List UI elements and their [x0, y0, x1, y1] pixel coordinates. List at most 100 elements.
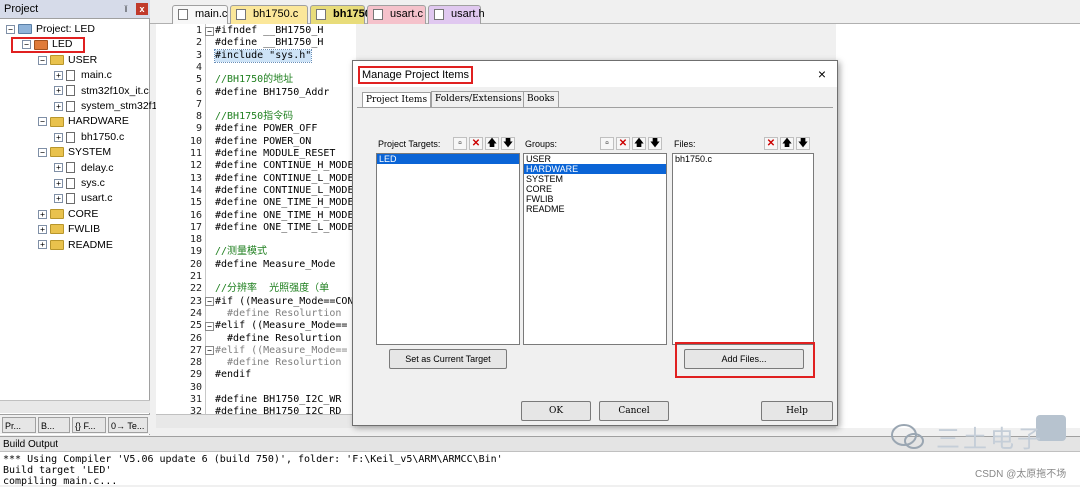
project-hscrollbar[interactable] [0, 400, 150, 413]
tab-functions[interactable]: {} F... [72, 417, 106, 433]
code-line[interactable]: #include "sys.h" [213, 48, 313, 63]
delete-target-icon[interactable]: ✕ [469, 137, 483, 150]
code-line[interactable]: //测量模式 [215, 246, 267, 258]
expand-icon[interactable]: + [38, 224, 47, 234]
tree-item-stm32f10x-it-c[interactable]: + stm32f10x_it.c [54, 83, 149, 99]
list-item[interactable]: bh1750.c [673, 154, 813, 164]
delete-group-icon[interactable]: ✕ [616, 137, 630, 150]
move-down-icon[interactable]: 🡇 [501, 137, 515, 150]
move-up-icon[interactable]: 🡅 [485, 137, 499, 150]
add-files-button[interactable]: Add Files... [684, 349, 804, 369]
code-line[interactable]: #elif ((Measure_Mode== [215, 320, 347, 332]
code-line[interactable]: //分辨率 光照强度（单 [215, 283, 329, 295]
tab-usart-h[interactable]: usart.h [428, 5, 485, 24]
code-line[interactable]: #define BH1750_I2C_WR [215, 394, 341, 406]
build-output-pane[interactable]: *** Using Compiler 'V5.06 update 6 (buil… [0, 452, 1080, 487]
tree-item-delay-c[interactable]: + delay.c [54, 160, 114, 176]
tree-item-bh1750-c[interactable]: + bh1750.c [54, 129, 124, 145]
pin-icon[interactable]: ǐ [120, 3, 132, 15]
tree-item-project-led[interactable]: − Project: LED [6, 21, 95, 37]
new-target-icon[interactable]: ▫ [453, 137, 467, 150]
code-line[interactable]: #define Measure_Mode [215, 259, 335, 271]
code-line[interactable]: #define Resolurtion [215, 308, 341, 320]
code-line[interactable]: #if ((Measure_Mode==CON [215, 296, 353, 308]
code-line[interactable]: #define MODULE_RESET [215, 148, 335, 160]
fold-toggle-icon[interactable]: − [205, 297, 214, 307]
move-down-icon[interactable]: 🡇 [796, 137, 810, 150]
ok-button[interactable]: OK [521, 401, 591, 421]
tree-item-main-c[interactable]: + main.c [54, 67, 112, 83]
expand-icon[interactable]: + [54, 163, 63, 173]
collapse-icon[interactable]: − [38, 117, 47, 127]
tree-item-hardware[interactable]: − HARDWARE [38, 113, 129, 129]
close-icon[interactable]: × [813, 65, 831, 83]
tab-bh1750-c[interactable]: bh1750.c [230, 5, 308, 24]
tree-item-sys-c[interactable]: + sys.c [54, 175, 105, 191]
code-line[interactable]: #define ONE_TIME_H_MODE [215, 197, 353, 209]
code-line[interactable]: #define POWER_ON [215, 136, 311, 148]
groups-list[interactable]: USER HARDWARE SYSTEM CORE FWLIB README [523, 153, 667, 345]
targets-list[interactable]: LED [376, 153, 520, 345]
tab-bh1750-h[interactable]: bh1750.h [310, 5, 381, 24]
expand-icon[interactable]: + [38, 209, 47, 219]
list-item[interactable]: SYSTEM [524, 174, 666, 184]
tab-usart-c[interactable]: usart.c [367, 5, 426, 24]
list-item[interactable]: USER [524, 154, 666, 164]
close-pane-button[interactable]: x [136, 3, 148, 15]
tree-item-user[interactable]: − USER [38, 52, 97, 68]
collapse-icon[interactable]: − [38, 55, 47, 65]
expand-icon[interactable]: + [54, 101, 63, 111]
code-line[interactable]: #define CONTINUE_L_MODE [215, 185, 353, 197]
tab-templates[interactable]: 0→ Te... [108, 417, 148, 433]
code-line[interactable]: #elif ((Measure_Mode== [215, 345, 347, 357]
files-list[interactable]: bh1750.c [672, 153, 814, 345]
list-item[interactable]: README [524, 204, 666, 214]
code-line[interactable]: #define CONTINUE_L_MODE [215, 173, 353, 185]
move-down-icon[interactable]: 🡇 [648, 137, 662, 150]
tab-project[interactable]: Pr... [2, 417, 36, 433]
delete-file-icon[interactable]: ✕ [764, 137, 778, 150]
new-group-icon[interactable]: ▫ [600, 137, 614, 150]
collapse-icon[interactable]: − [38, 147, 47, 157]
code-line[interactable]: #define ONE_TIME_L_MODE [215, 222, 353, 234]
cancel-button[interactable]: Cancel [599, 401, 669, 421]
tree-item-core[interactable]: + CORE [38, 206, 98, 222]
tree-item-readme[interactable]: + README [38, 237, 113, 253]
tree-item-system-stm32f1[interactable]: + system_stm32f1 [54, 98, 157, 114]
set-current-target-button[interactable]: Set as Current Target [389, 349, 507, 369]
code-line[interactable]: #ifndef __BH1750_H [215, 25, 323, 37]
tree-item-system[interactable]: − SYSTEM [38, 144, 111, 160]
help-button[interactable]: Help [761, 401, 833, 421]
fold-toggle-icon[interactable]: − [205, 346, 214, 356]
tab-main-c[interactable]: main.c [172, 5, 228, 24]
code-line[interactable]: //BH1750指令码 [215, 111, 293, 123]
fold-toggle-icon[interactable]: − [205, 321, 214, 331]
list-item[interactable]: HARDWARE [524, 164, 666, 174]
code-line[interactable]: //BH1750的地址 [215, 74, 293, 86]
editor-hscrollbar[interactable] [156, 414, 356, 428]
fold-toggle-icon[interactable]: − [205, 26, 214, 36]
tree-item-fwlib[interactable]: + FWLIB [38, 221, 100, 237]
move-up-icon[interactable]: 🡅 [632, 137, 646, 150]
code-line[interactable]: #define Resolurtion [215, 357, 341, 369]
list-item[interactable]: FWLIB [524, 194, 666, 204]
code-line[interactable]: #define ONE_TIME_H_MODE [215, 210, 353, 222]
tab-books[interactable]: B... [38, 417, 70, 433]
list-item[interactable]: LED [377, 154, 519, 164]
list-item[interactable]: CORE [524, 184, 666, 194]
code-line[interactable]: #define BH1750_Addr [215, 87, 329, 99]
expand-icon[interactable]: + [54, 178, 63, 188]
code-line[interactable]: #define __BH1750_H [215, 37, 323, 49]
tab-folders-extensions[interactable]: Folders/Extensions [431, 91, 526, 107]
expand-icon[interactable]: + [54, 132, 63, 142]
code-line[interactable]: #define CONTINUE_H_MODE [215, 160, 353, 172]
tree-item-usart-c[interactable]: + usart.c [54, 190, 113, 206]
expand-icon[interactable]: + [54, 86, 63, 96]
expand-icon[interactable]: + [54, 70, 63, 80]
tab-project-items[interactable]: Project Items [362, 92, 432, 108]
expand-icon[interactable]: + [54, 194, 63, 204]
expand-icon[interactable]: + [38, 240, 47, 250]
code-line[interactable]: #define POWER_OFF [215, 123, 317, 135]
move-up-icon[interactable]: 🡅 [780, 137, 794, 150]
code-line[interactable]: #endif [215, 369, 251, 381]
